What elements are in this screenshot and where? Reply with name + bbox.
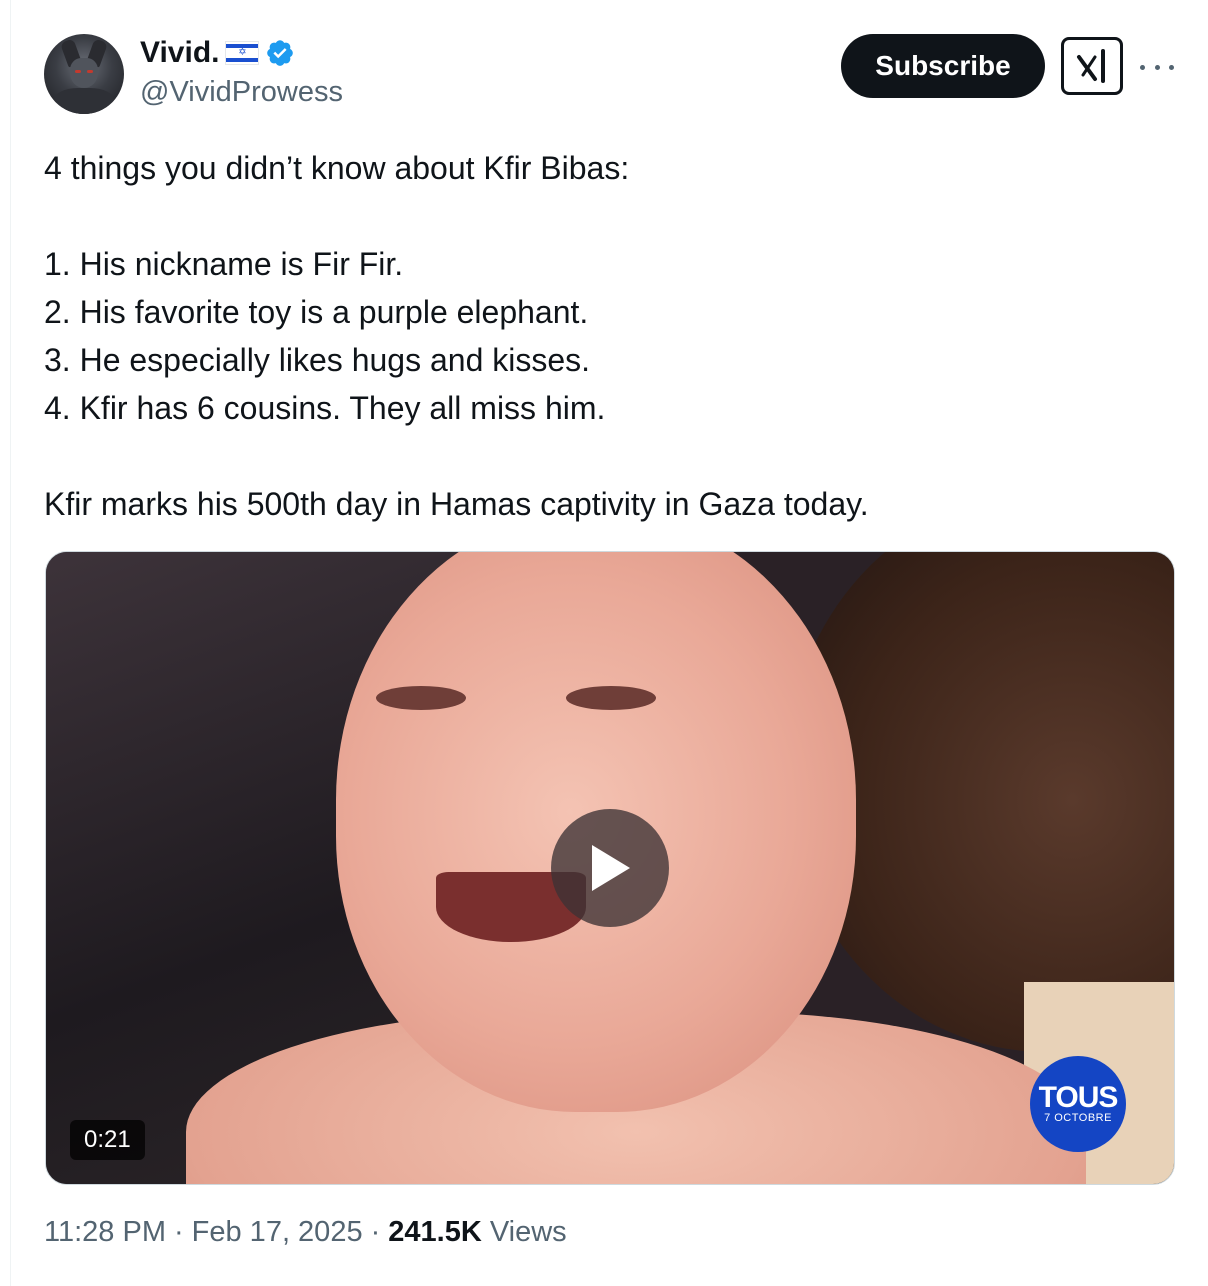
avatar-body — [54, 88, 114, 114]
tweet-time[interactable]: 11:28 PM — [44, 1216, 166, 1249]
tweet-list-item: 4. Kfir has 6 cousins. They all miss him… — [44, 390, 606, 426]
video-duration-badge: 0:21 — [70, 1120, 145, 1160]
avatar-eye-left — [75, 70, 81, 73]
tweet-list-item: 3. He especially likes hugs and kisses. — [44, 342, 591, 378]
more-options-icon[interactable] — [1140, 52, 1174, 82]
author-display-name[interactable]: Vivid. — [140, 36, 219, 70]
video-player[interactable]: 0:21 TOUS 7 OCTOBRE — [45, 551, 1175, 1185]
grok-glyph-icon — [1077, 49, 1105, 83]
views-count: 241.5K — [388, 1216, 482, 1248]
tweet-meta: 11:28 PM · Feb 17, 2025 · 241.5K Views — [44, 1216, 567, 1249]
views-label: Views — [489, 1216, 567, 1248]
tweet-intro: 4 things you didn’t know about Kfir Biba… — [44, 150, 630, 186]
video-baby-eye-right — [566, 686, 656, 710]
timeline-border — [10, 0, 11, 1286]
israel-flag-icon: ✡ — [225, 41, 260, 65]
tweet-closing: Kfir marks his 500th day in Hamas captiv… — [44, 486, 869, 522]
author-name-row[interactable]: Vivid. ✡ — [140, 34, 295, 72]
author-handle[interactable]: @VividProwess — [140, 76, 343, 109]
meta-separator: · — [370, 1216, 381, 1248]
video-baby-eye-left — [376, 686, 466, 710]
tweet-date[interactable]: Feb 17, 2025 — [192, 1216, 363, 1249]
tous-watermark-logo: TOUS 7 OCTOBRE — [1030, 1056, 1126, 1152]
avatar-face — [70, 58, 98, 88]
grok-icon[interactable] — [1061, 37, 1123, 95]
watermark-title: TOUS — [1038, 1081, 1119, 1114]
tweet-text: 4 things you didn’t know about Kfir Biba… — [44, 144, 1164, 528]
avatar-eye-right — [87, 70, 93, 73]
subscribe-button[interactable]: Subscribe — [841, 34, 1045, 98]
watermark-subtitle: 7 OCTOBRE — [1044, 1112, 1112, 1124]
tweet-list-item: 2. His favorite toy is a purple elephant… — [44, 294, 589, 330]
play-icon — [592, 845, 630, 891]
play-button[interactable] — [551, 809, 669, 927]
verified-badge-icon — [267, 40, 294, 66]
tweet-list-item: 1. His nickname is Fir Fir. — [44, 246, 404, 282]
avatar[interactable] — [44, 34, 124, 114]
meta-separator: · — [173, 1216, 184, 1248]
